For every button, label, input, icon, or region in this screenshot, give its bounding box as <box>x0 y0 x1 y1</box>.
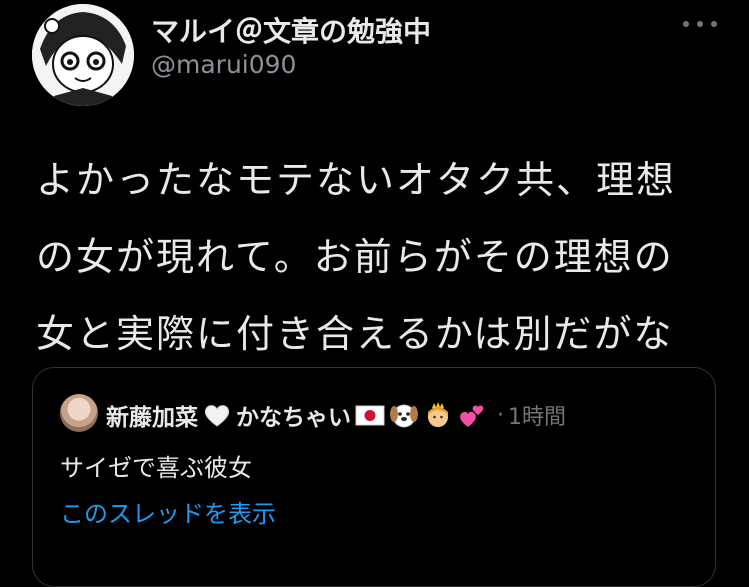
dog-face-icon <box>390 404 418 428</box>
quoted-tweet-text: サイゼで喜ぶ彼女 <box>60 454 252 482</box>
quoted-author-avatar[interactable] <box>60 394 98 432</box>
more-horizontal-icon[interactable] <box>683 12 717 36</box>
author-handle[interactable]: @marui090 <box>151 50 296 79</box>
princess-icon <box>428 402 448 427</box>
author-avatar[interactable] <box>32 4 134 106</box>
quoted-author-name[interactable]: 新藤加菜 <box>106 398 198 432</box>
white-heart-icon <box>204 405 230 427</box>
quoted-author-name-suffix[interactable]: かなちゃい <box>236 398 351 432</box>
tweet-text-line: の女が現れて。お前らがその理想の <box>36 235 674 279</box>
author-display-name[interactable]: マルイ＠文章の勉強中 <box>151 10 431 50</box>
japan-flag-icon <box>355 405 385 426</box>
show-thread-link[interactable]: このスレッドを表示 <box>60 494 276 529</box>
quoted-tweet-separator: · <box>497 402 504 428</box>
tweet-text-line: よかったなモテないオタク共、理想 <box>36 158 677 202</box>
tweet-text: よかったなモテないオタク共、理想 の女が現れて。お前らがその理想の 女と実際に付… <box>36 142 726 373</box>
tweet-text-line: 女と実際に付き合えるかは別だがな <box>36 312 674 356</box>
quoted-tweet-header: 新藤加菜 かなちゃい · 1時間 <box>106 398 566 432</box>
quoted-tweet-time[interactable]: 1時間 <box>508 399 566 431</box>
quoted-tweet-card[interactable]: 新藤加菜 かなちゃい · 1時間 サイゼで喜ぶ彼女 このスレッドを表示 <box>32 367 716 587</box>
two-hearts-icon <box>460 405 484 427</box>
